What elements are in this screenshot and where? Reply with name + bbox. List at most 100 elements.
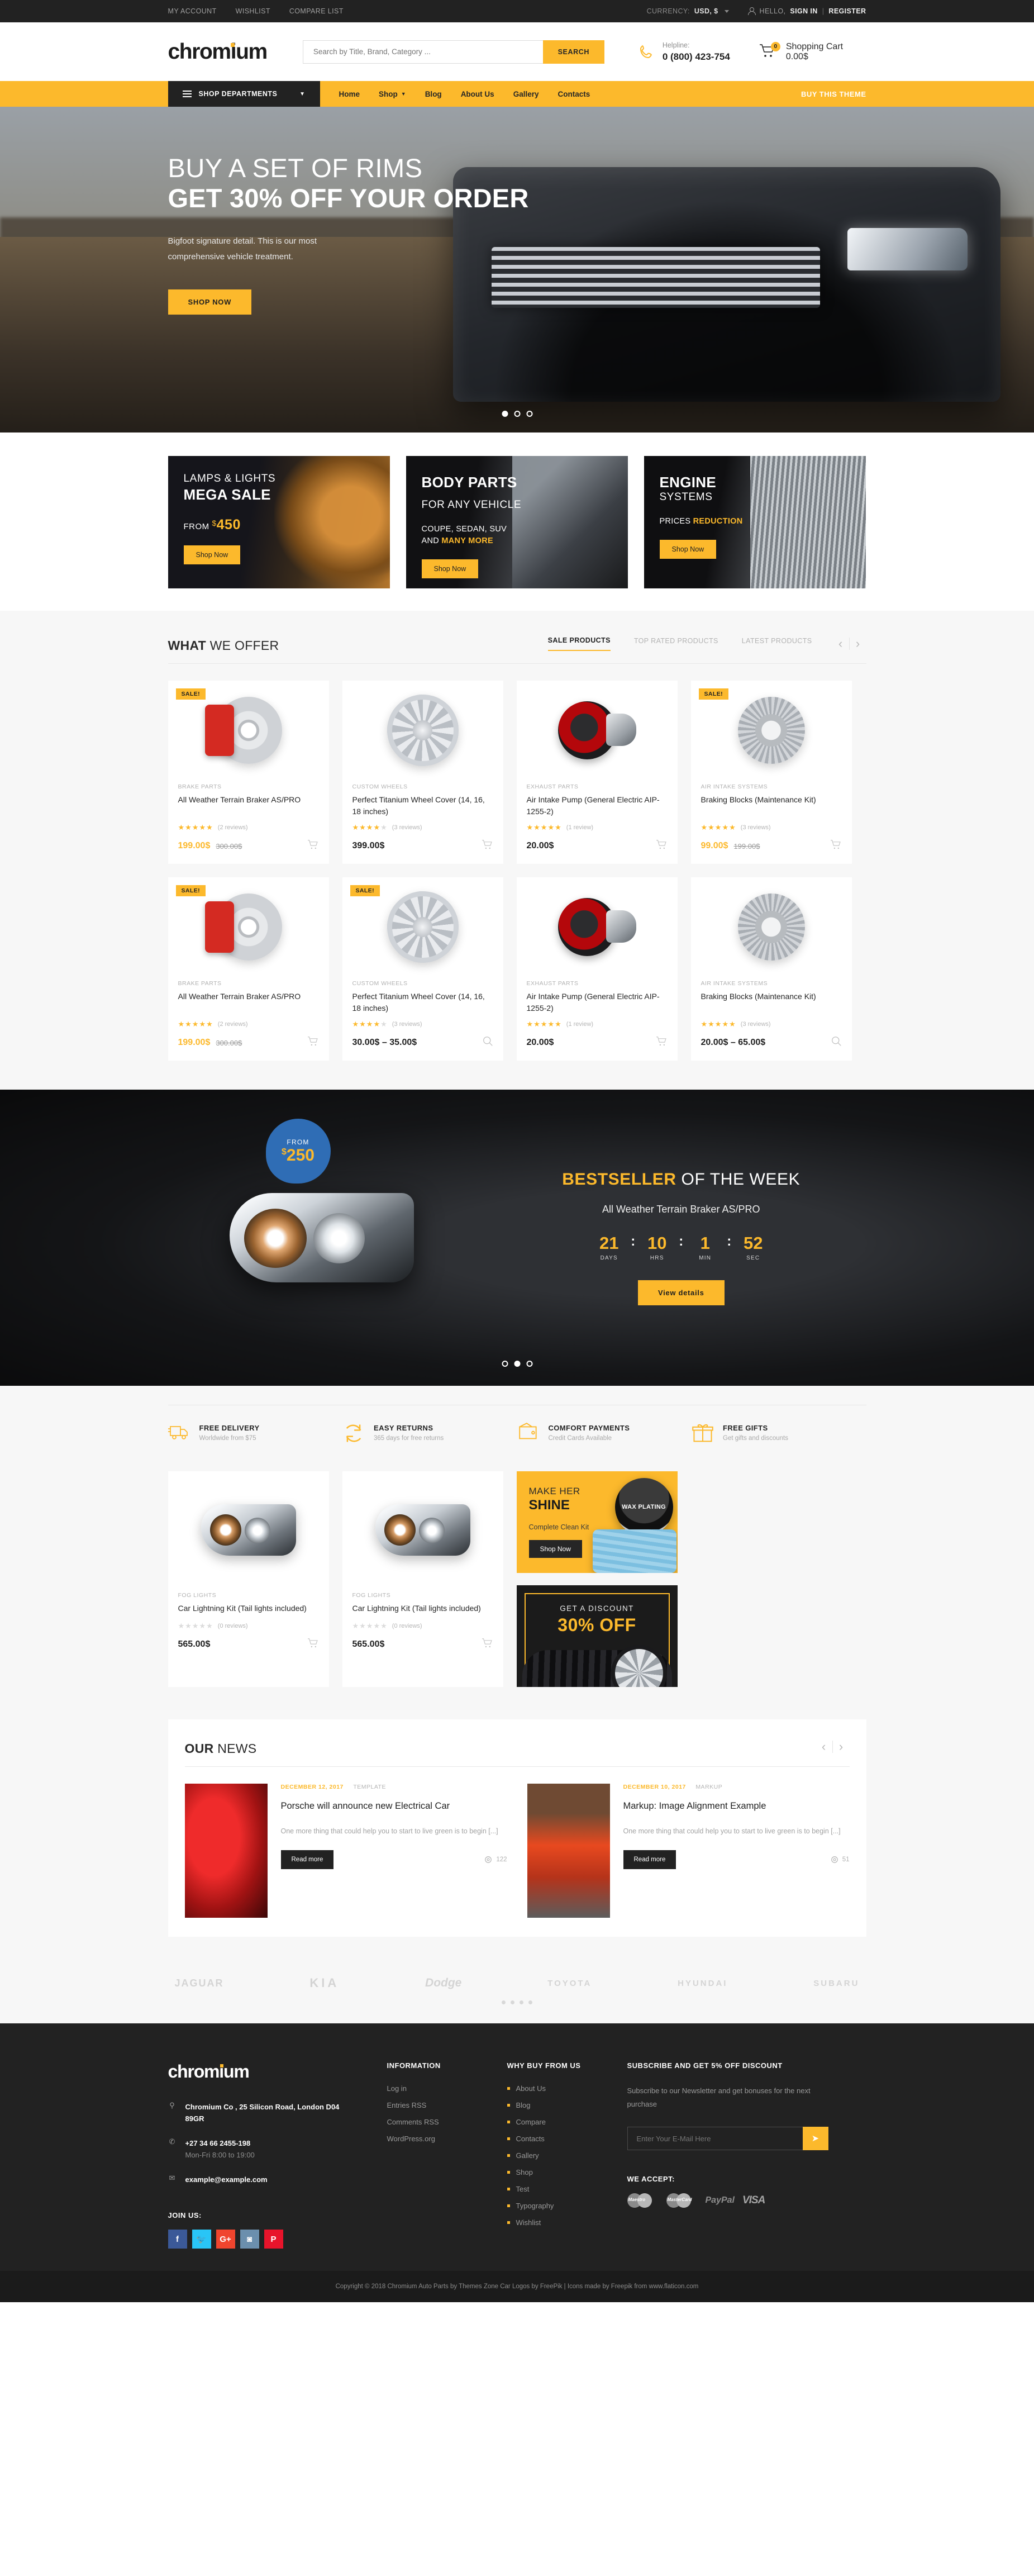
shop-departments-button[interactable]: SHOP DEPARTMENTS ▼ (168, 81, 320, 107)
search-button[interactable]: SEARCH (542, 40, 604, 64)
product-category[interactable]: EXHAUST PARTS (527, 783, 668, 790)
brand-logo-kia[interactable]: KIA (309, 1976, 339, 1990)
add-to-cart-icon[interactable] (307, 1638, 319, 1651)
newsletter-email-input[interactable] (627, 2127, 803, 2151)
cart-block[interactable]: 0 Shopping Cart 0.00$ (759, 41, 843, 62)
nav-item-contacts[interactable]: Contacts (557, 90, 590, 98)
top-link-compare-list[interactable]: COMPARE LIST (289, 7, 344, 15)
hero-dot-1[interactable] (502, 411, 508, 417)
quick-view-icon[interactable] (831, 1036, 842, 1049)
hero-dot-2[interactable] (514, 411, 520, 417)
post-category[interactable]: TEMPLATE (353, 1784, 386, 1790)
top-link-my-account[interactable]: MY ACCOUNT (168, 7, 217, 15)
promo-body-parts[interactable]: BODY PARTS FOR ANY VEHICLE COUPE, SEDAN,… (406, 456, 628, 588)
hero-dot-3[interactable] (526, 411, 532, 417)
footer-info-link[interactable]: WordPress.org (387, 2135, 507, 2143)
read-more-button[interactable]: Read more (280, 1850, 334, 1870)
bestseller-dot-1[interactable] (502, 1361, 508, 1367)
footer-email[interactable]: example@example.com (185, 2174, 268, 2185)
next-arrow-icon[interactable]: › (833, 1741, 850, 1753)
brands-dot-3[interactable] (520, 2000, 523, 2004)
brand-logo-dodge[interactable]: Dodge (425, 1976, 461, 1990)
nav-item-home[interactable]: Home (339, 90, 360, 98)
product-category[interactable]: BRAKE PARTS (178, 783, 319, 790)
next-arrow-icon[interactable]: › (850, 638, 866, 650)
product-name[interactable]: Perfect Titanium Wheel Cover (14, 16, 18… (352, 794, 493, 818)
post-category[interactable]: MARKUP (695, 1784, 722, 1790)
add-to-cart-icon[interactable] (656, 839, 668, 853)
add-to-cart-icon[interactable] (482, 839, 493, 853)
bestseller-dot-2[interactable] (514, 1361, 520, 1367)
buy-theme-button[interactable]: BUY THIS THEME (801, 81, 866, 107)
product-category[interactable]: AIR INTAKE SYSTEMS (701, 783, 842, 790)
promo-1-shop-now-button[interactable]: Shop Now (183, 545, 241, 564)
promo-make-her-shine[interactable]: WAX PLATING MAKE HER SHINE Complete Clea… (516, 1471, 678, 1573)
google-plus-icon[interactable]: G+ (216, 2230, 235, 2249)
product-card[interactable]: SALE! BRAKE PARTS All Weather Terrain Brak… (168, 877, 329, 1061)
product-name[interactable]: Air Intake Pump (General Electric AIP-12… (527, 991, 668, 1014)
nav-item-about-us[interactable]: About Us (461, 90, 494, 98)
footer-why-link[interactable]: Wishlist (507, 2218, 627, 2227)
nav-item-shop[interactable]: Shop ▼ (379, 90, 406, 98)
shine-shop-now-button[interactable]: Shop Now (528, 1540, 582, 1558)
product-name[interactable]: All Weather Terrain Braker AS/PRO (178, 991, 319, 1014)
bestseller-dot-3[interactable] (526, 1361, 532, 1367)
nav-item-blog[interactable]: Blog (425, 90, 442, 98)
footer-why-link[interactable]: Shop (507, 2168, 627, 2176)
product-card[interactable]: SALE! CUSTOM WHEELS Perfect Titanium Wheel… (342, 877, 503, 1061)
post-thumbnail[interactable] (184, 1784, 268, 1918)
quick-view-icon[interactable] (483, 1036, 493, 1049)
tab-top-rated-products[interactable]: TOP RATED PRODUCTS (634, 637, 718, 650)
footer-info-link[interactable]: Entries RSS (387, 2101, 507, 2109)
add-to-cart-icon[interactable] (307, 839, 319, 853)
newsletter-submit-button[interactable]: ➤ (802, 2127, 828, 2151)
product-name[interactable]: Braking Blocks (Maintenance Kit) (701, 991, 842, 1014)
product-name[interactable]: Braking Blocks (Maintenance Kit) (701, 794, 842, 818)
post-title[interactable]: Porsche will announce new Electrical Car (281, 1799, 507, 1813)
promo-3-shop-now-button[interactable]: Shop Now (659, 540, 717, 559)
brands-dot-1[interactable] (502, 2000, 506, 2004)
product-card[interactable]: EXHAUST PARTS Air Intake Pump (General El… (516, 877, 678, 1061)
search-input[interactable] (302, 40, 543, 64)
promo-2-shop-now-button[interactable]: Shop Now (421, 559, 479, 579)
footer-info-link[interactable]: Log in (387, 2084, 507, 2093)
currency-selector[interactable]: CURRENCY: USD, $ (647, 7, 729, 15)
facebook-icon[interactable]: f (168, 2230, 187, 2249)
footer-logo[interactable]: chromium (168, 2061, 348, 2082)
product-name[interactable]: Air Intake Pump (General Electric AIP-12… (527, 794, 668, 818)
post-title[interactable]: Markup: Image Alignment Example (623, 1799, 850, 1813)
prev-arrow-icon[interactable]: ‹ (832, 638, 849, 650)
hero-shop-now-button[interactable]: SHOP NOW (168, 289, 252, 315)
add-to-cart-icon[interactable] (830, 839, 842, 853)
brands-dot-2[interactable] (511, 2000, 514, 2004)
twitter-icon[interactable]: 🐦 (192, 2230, 211, 2249)
footer-why-link[interactable]: Compare (507, 2118, 627, 2126)
add-to-cart-icon[interactable] (482, 1638, 493, 1651)
product-name[interactable]: All Weather Terrain Braker AS/PRO (178, 794, 319, 818)
product-category[interactable]: CUSTOM WHEELS (352, 980, 493, 987)
product-card[interactable]: SALE! AIR INTAKE SYSTEMS Braking Blocks (M… (690, 681, 852, 864)
mid-product-card-2[interactable]: FOG LIGHTS Car Lightning Kit (Tail light… (342, 1471, 503, 1687)
add-to-cart-icon[interactable] (307, 1036, 319, 1049)
view-details-button[interactable]: View details (637, 1280, 725, 1305)
instagram-icon[interactable]: ◙ (240, 2230, 259, 2249)
brand-logo-toyota[interactable]: TOYOTA (547, 1979, 592, 1988)
promo-engine-systems[interactable]: ENGINE SYSTEMS PRICES REDUCTION Shop Now (644, 456, 866, 588)
top-link-wishlist[interactable]: WISHLIST (236, 7, 270, 15)
site-logo[interactable]: chromium (168, 40, 268, 64)
product-name[interactable]: Car Lightning Kit (Tail lights included) (352, 1603, 493, 1616)
product-card[interactable]: EXHAUST PARTS Air Intake Pump (General El… (516, 681, 678, 864)
promo-lamps-lights[interactable]: LAMPS & LIGHTS MEGA SALE FROM $450 Shop … (168, 456, 390, 588)
footer-info-link[interactable]: Comments RSS (387, 2118, 507, 2126)
tab-latest-products[interactable]: LATEST PRODUCTS (742, 637, 812, 650)
cart-icon[interactable]: 0 (759, 41, 780, 60)
nav-item-gallery[interactable]: Gallery (513, 90, 539, 98)
tab-sale-products[interactable]: SALE PRODUCTS (547, 636, 611, 651)
post-thumbnail[interactable] (527, 1784, 610, 1918)
product-category[interactable]: CUSTOM WHEELS (352, 783, 493, 790)
product-name[interactable]: Perfect Titanium Wheel Cover (14, 16, 18… (352, 991, 493, 1014)
register-link[interactable]: REGISTER (828, 7, 866, 15)
sign-in-link[interactable]: SIGN IN (790, 7, 817, 15)
product-name[interactable]: Car Lightning Kit (Tail lights included) (178, 1603, 319, 1616)
product-category[interactable]: EXHAUST PARTS (527, 980, 668, 987)
